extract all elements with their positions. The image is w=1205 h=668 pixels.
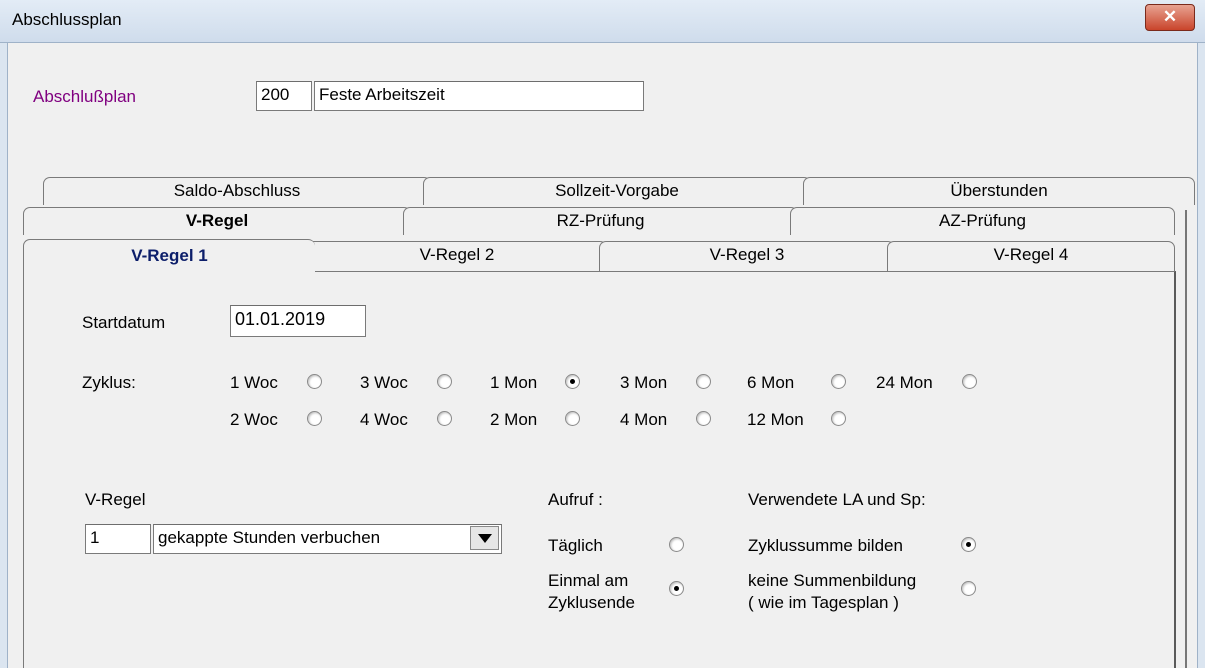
zyklus-label: Zyklus: xyxy=(82,373,136,392)
zyklus-radio-3-mon[interactable] xyxy=(696,374,711,389)
tab-sollzeit-vorgabe[interactable]: Sollzeit-Vorgabe xyxy=(423,177,811,205)
zyklus-option-label: 2 Mon xyxy=(490,410,538,429)
tab-shadow xyxy=(1185,210,1187,668)
verwendete-option-label-line2: ( wie im Tagesplan ) xyxy=(748,593,899,612)
zyklus-radio-12-mon[interactable] xyxy=(831,411,846,426)
verwendete-radio-keine-summe[interactable] xyxy=(961,581,976,596)
v-regel-label: V-Regel xyxy=(85,490,146,509)
aufruf-label: Aufruf : xyxy=(548,490,603,509)
startdatum-label: Startdatum xyxy=(82,313,166,332)
aufruf-option-label-line2: Zyklusende xyxy=(548,593,635,612)
zyklus-radio-24-mon[interactable] xyxy=(962,374,977,389)
window-frame-left xyxy=(0,43,8,668)
aufruf-option-label: Einmal am xyxy=(548,571,629,590)
v-regel-number-field[interactable]: 1 xyxy=(85,524,151,554)
tab-ueberstunden[interactable]: Überstunden xyxy=(803,177,1195,205)
tab-rz-pruefung[interactable]: RZ-Prüfung xyxy=(403,207,798,235)
abschlussplan-label: Abschlußplan xyxy=(33,87,137,106)
zyklus-option-label: 4 Mon xyxy=(620,410,668,429)
tab-v-regel-3[interactable]: V-Regel 3 xyxy=(599,241,895,271)
tab-az-pruefung[interactable]: AZ-Prüfung xyxy=(790,207,1175,235)
verwendete-option-label: keine Summenbildung xyxy=(748,571,917,590)
plan-name-field[interactable]: Feste Arbeitszeit xyxy=(314,81,644,111)
v-regel-select[interactable]: gekappte Stunden verbuchen xyxy=(153,524,502,554)
zyklus-radio-1-woc[interactable] xyxy=(307,374,322,389)
close-icon: ✕ xyxy=(1162,7,1178,26)
zyklus-radio-1-mon[interactable] xyxy=(565,374,580,389)
tab-saldo-abschluss[interactable]: Saldo-Abschluss xyxy=(43,177,431,205)
plan-number-field[interactable]: 200 xyxy=(256,81,312,111)
startdatum-field[interactable]: 01.01.2019 xyxy=(230,305,366,337)
window-title: Abschlussplan xyxy=(12,10,122,29)
zyklus-radio-6-mon[interactable] xyxy=(831,374,846,389)
aufruf-radio-taeglich[interactable] xyxy=(669,537,684,552)
tab-v-regel-2[interactable]: V-Regel 2 xyxy=(307,241,607,271)
zyklus-radio-3-woc[interactable] xyxy=(437,374,452,389)
verwendete-radio-zyklussumme[interactable] xyxy=(961,537,976,552)
tab-v-regel-4[interactable]: V-Regel 4 xyxy=(887,241,1175,271)
chevron-down-icon[interactable] xyxy=(470,526,499,550)
zyklus-radio-4-mon[interactable] xyxy=(696,411,711,426)
zyklus-option-label: 3 Mon xyxy=(620,373,668,392)
aufruf-option-label: Täglich xyxy=(548,536,603,555)
zyklus-option-label: 3 Woc xyxy=(360,373,408,392)
title-bar: Abschlussplan ✕ xyxy=(0,0,1205,43)
aufruf-radio-zyklusende[interactable] xyxy=(669,581,684,596)
tab-v-regel[interactable]: V-Regel xyxy=(23,207,411,235)
window-frame-right xyxy=(1197,43,1205,668)
zyklus-option-label: 12 Mon xyxy=(747,410,804,429)
zyklus-option-label: 24 Mon xyxy=(876,373,933,392)
zyklus-option-label: 1 Woc xyxy=(230,373,278,392)
close-button[interactable]: ✕ xyxy=(1145,4,1195,31)
zyklus-option-label: 2 Woc xyxy=(230,410,278,429)
verwendete-la-label: Verwendete LA und Sp: xyxy=(748,490,926,509)
zyklus-radio-2-mon[interactable] xyxy=(565,411,580,426)
zyklus-option-label: 6 Mon xyxy=(747,373,795,392)
zyklus-option-label: 4 Woc xyxy=(360,410,408,429)
zyklus-option-label: 1 Mon xyxy=(490,373,538,392)
tab-v-regel-1[interactable]: V-Regel 1 xyxy=(23,239,315,272)
zyklus-radio-2-woc[interactable] xyxy=(307,411,322,426)
zyklus-radio-4-woc[interactable] xyxy=(437,411,452,426)
verwendete-option-label: Zyklussumme bilden xyxy=(748,536,903,555)
